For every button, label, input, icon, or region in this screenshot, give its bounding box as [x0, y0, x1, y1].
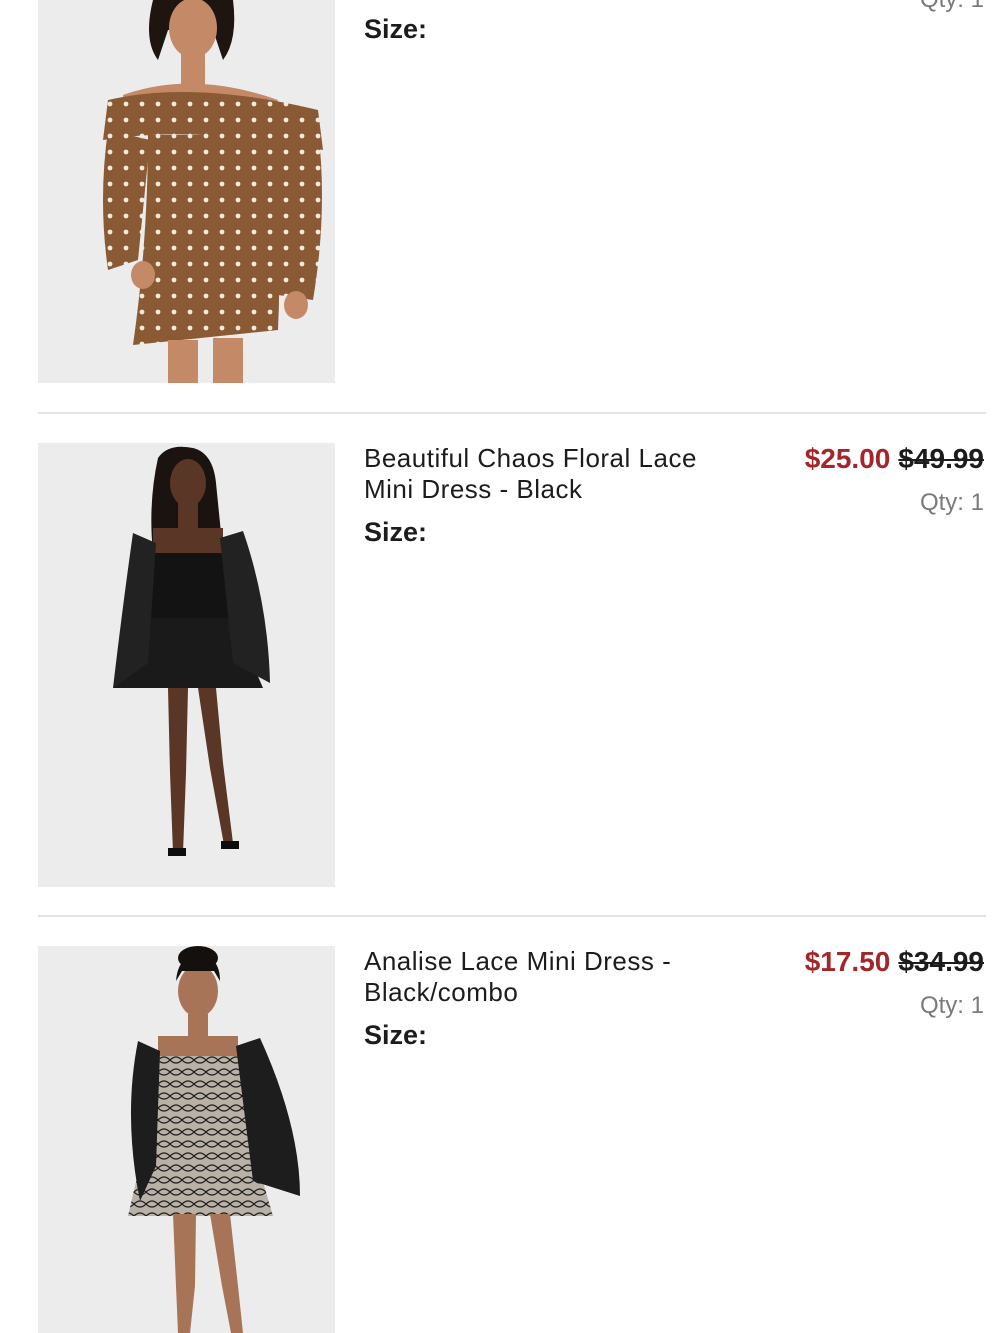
quantity: Qty: 1 — [920, 0, 984, 14]
cart-item: Beautiful Chaos Floral Lace Mini Dress -… — [0, 443, 1000, 888]
quantity: Qty: 1 — [919, 489, 984, 516]
product-name[interactable]: Beautiful Chaos Floral Lace Mini Dress -… — [364, 443, 744, 505]
product-name[interactable]: Analise Lace Mini Dress - Black/combo — [364, 946, 744, 1008]
product-photo-brown-polka-dot-dress — [38, 0, 335, 383]
size-label: Size: — [364, 14, 428, 44]
cart-item: Qty: 1 Size: — [0, 0, 1000, 400]
cart-item: Analise Lace Mini Dress - Black/combo $1… — [0, 946, 1000, 1333]
size-label: Size: — [364, 1020, 428, 1050]
product-photo-black-lace-dress — [38, 443, 335, 887]
item-divider — [38, 915, 986, 917]
price: $25.00 $49.99 — [805, 443, 984, 475]
sale-price: $17.50 — [804, 946, 891, 977]
product-photo-black-combo-lace-dress — [38, 946, 335, 1333]
quantity: Qty: 1 — [919, 992, 984, 1019]
item-divider — [38, 412, 986, 414]
original-price: $34.99 — [898, 946, 984, 977]
original-price: $49.99 — [898, 443, 984, 474]
size-label: Size: — [364, 517, 428, 547]
price: $17.50 $34.99 — [805, 946, 984, 978]
sale-price: $25.00 — [804, 443, 891, 474]
product-image[interactable] — [38, 0, 335, 383]
product-image[interactable] — [38, 443, 335, 887]
product-image[interactable] — [38, 946, 335, 1333]
